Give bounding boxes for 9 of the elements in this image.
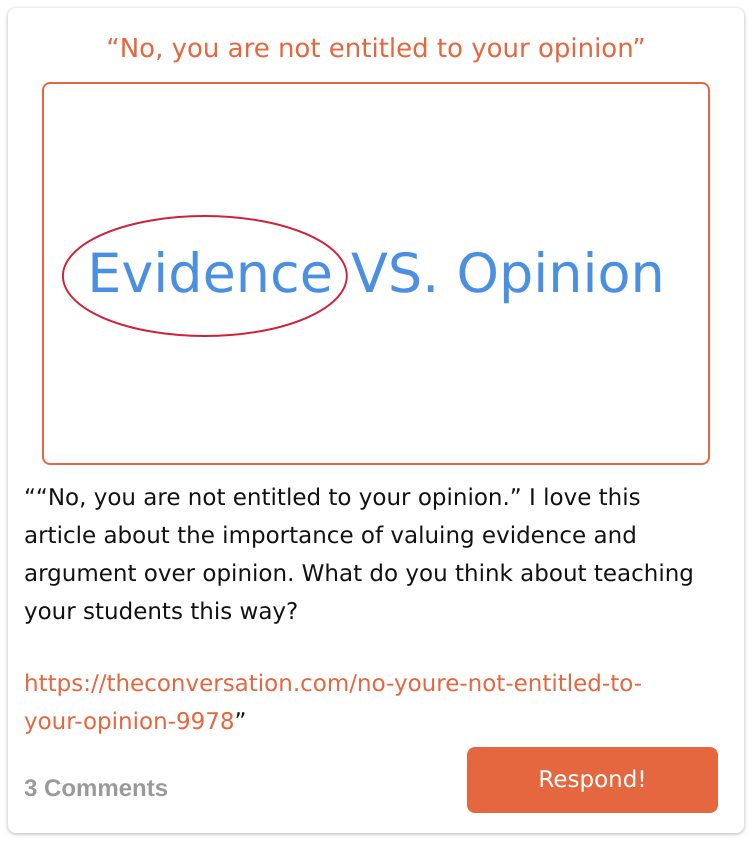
closing-quote: ”	[234, 709, 246, 735]
respond-button[interactable]: Respond!	[467, 747, 718, 813]
post-title: “No, you are not entitled to your opinion”	[105, 34, 647, 64]
post-text: ““No, you are not entitled to your opinion.” I love this article about the importance of valuing evidence and argument over opinion. What do you think about teaching your students this way?	[24, 484, 695, 627]
slide-heading-word: VS. Opinion	[350, 242, 665, 305]
comments-count[interactable]: 3 Comments	[24, 775, 168, 803]
slide-heading-word: Evidence	[87, 242, 333, 305]
article-link[interactable]: your-opinion-9978	[24, 709, 234, 735]
article-link[interactable]: https://theconversation.com/no-youre-not-entitled-to-	[24, 671, 642, 697]
